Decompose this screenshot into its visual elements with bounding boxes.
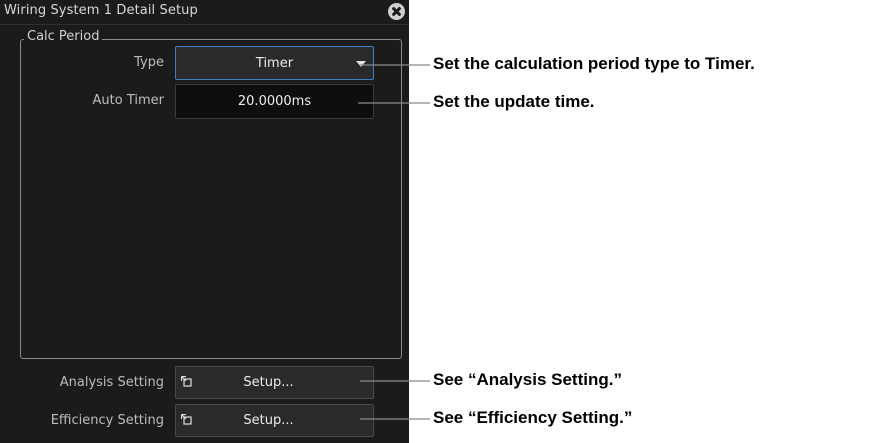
analysis-setup-button[interactable]: Setup... (175, 366, 374, 399)
auto-timer-value: 20.0000ms (237, 94, 312, 109)
type-select-value: Timer (255, 55, 294, 71)
type-select[interactable]: Timer (175, 46, 374, 80)
close-icon[interactable] (388, 3, 405, 20)
annotation-analysis: See “Analysis Setting.” (433, 370, 622, 389)
chevron-down-icon (356, 61, 366, 67)
dialog-titlebar: Wiring System 1 Detail Setup (0, 0, 409, 25)
open-dialog-icon (181, 414, 192, 425)
efficiency-setting-label: Efficiency Setting (50, 413, 164, 428)
auto-timer-label: Auto Timer (92, 93, 164, 108)
analysis-setting-label: Analysis Setting (59, 375, 164, 390)
annotation-timer: Set the update time. (433, 92, 595, 111)
detail-setup-dialog: Wiring System 1 Detail Setup Calc Period… (0, 0, 409, 443)
efficiency-setup-label: Setup... (243, 413, 294, 428)
annotation-type: Set the calculation period type to Timer… (433, 54, 755, 73)
open-dialog-icon (181, 376, 192, 387)
dialog-title: Wiring System 1 Detail Setup (4, 3, 198, 18)
type-label: Type (134, 55, 164, 70)
analysis-setup-label: Setup... (243, 375, 294, 390)
calc-period-label: Calc Period (24, 29, 103, 44)
annotation-efficiency: See “Efficiency Setting.” (433, 408, 633, 427)
auto-timer-input[interactable]: 20.0000ms (175, 84, 374, 119)
efficiency-setup-button[interactable]: Setup... (175, 404, 374, 437)
